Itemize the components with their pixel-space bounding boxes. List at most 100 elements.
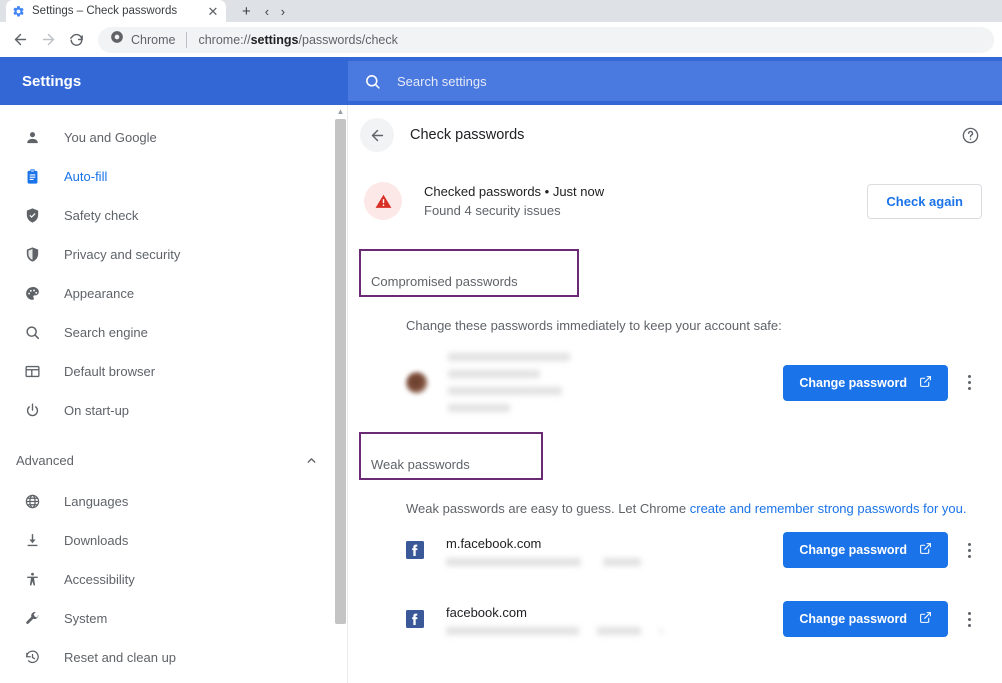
compromised-passwords-description: Change these passwords immediately to ke… [406, 318, 782, 333]
weak-password-row: facebook.com Change password [348, 601, 1002, 637]
sidebar-scrollbar[interactable]: ▲ [333, 105, 348, 683]
external-link-icon [919, 542, 932, 558]
sidebar-item-label: Languages [64, 494, 129, 509]
weak-password-row: m.facebook.com Change password [348, 532, 1002, 568]
chevron-up-icon [305, 454, 318, 467]
weak-description-prefix: Weak passwords are easy to guess. Let Ch… [406, 501, 690, 516]
redacted-password [597, 626, 641, 635]
search-settings-bar[interactable] [348, 61, 1002, 101]
settings-gear-icon [12, 5, 25, 18]
password-check-status: Checked passwords • Just now Found 4 sec… [348, 165, 1002, 237]
shield-icon [22, 246, 42, 263]
more-vertical-icon[interactable] [956, 375, 982, 390]
sidebar-advanced-label: Advanced [16, 452, 74, 468]
strong-passwords-link[interactable]: create and remember strong passwords for… [690, 501, 967, 516]
change-password-label: Change password [799, 612, 907, 626]
back-button[interactable] [6, 26, 34, 54]
settings-app: Settings You and Google Auto-fill [0, 57, 1002, 683]
clipboard-icon [22, 168, 42, 185]
tab-search-chevrons-icon[interactable]: ‹ › [265, 4, 289, 19]
omnibox-chip: Chrome [110, 30, 175, 49]
sidebar-item-accessibility[interactable]: Accessibility [0, 560, 348, 599]
url-suffix: /passwords/check [298, 32, 398, 47]
globe-icon [22, 493, 42, 510]
more-vertical-icon[interactable] [956, 542, 982, 558]
reload-button[interactable] [62, 26, 90, 54]
weak-password-info: m.facebook.com [446, 535, 783, 566]
redacted-username [446, 557, 581, 566]
weak-passwords-highlight: Weak passwords [359, 432, 543, 480]
change-password-button[interactable]: Change password [783, 364, 948, 401]
help-circle-icon[interactable] [958, 123, 982, 147]
download-icon [22, 532, 42, 549]
compromised-passwords-heading: Compromised passwords [371, 274, 518, 289]
sidebar-item-label: Safety check [64, 208, 139, 223]
sidebar-item-default-browser[interactable]: Default browser [0, 352, 348, 391]
wrench-icon [22, 610, 42, 627]
tab-title: Settings – Check passwords [32, 5, 178, 17]
browser-chrome: Settings – Check passwords ✕ + ‹ › Chrom… [0, 0, 1002, 57]
url-highlight: settings [250, 32, 299, 47]
sidebar-item-label: Default browser [64, 364, 156, 379]
sidebar-item-system[interactable]: System [0, 599, 348, 638]
sidebar-item-appearance[interactable]: Appearance [0, 274, 348, 313]
sidebar-item-label: On start-up [64, 403, 130, 418]
sidebar-item-label: Reset and clean up [64, 650, 177, 665]
sidebar-item-label: Privacy and security [64, 247, 181, 262]
shield-check-icon [22, 207, 42, 224]
sidebar-item-reset-and-clean-up[interactable]: Reset and clean up [0, 638, 348, 677]
sidebar-advanced-toggle[interactable]: Advanced [0, 438, 348, 482]
compromised-passwords-highlight: Compromised passwords [359, 249, 579, 297]
weak-passwords-description: Weak passwords are easy to guess. Let Ch… [348, 501, 1002, 516]
status-texts: Checked passwords • Just now Found 4 sec… [424, 182, 867, 220]
change-password-label: Change password [799, 375, 907, 390]
more-vertical-icon[interactable] [956, 611, 982, 627]
scroll-up-arrow-icon[interactable]: ▲ [333, 108, 348, 116]
sidebar-item-privacy-and-security[interactable]: Privacy and security [0, 235, 348, 274]
url-prefix: chrome:// [198, 32, 251, 47]
weak-password-info: facebook.com [446, 604, 783, 635]
search-input[interactable] [397, 73, 986, 89]
redacted-dot [659, 628, 663, 633]
accessibility-icon [22, 571, 42, 588]
redacted-password [603, 557, 641, 566]
chrome-icon [110, 30, 124, 49]
settings-main-content: Check passwords Checked passwords • Just… [348, 57, 1002, 683]
new-tab-button[interactable]: + [242, 4, 251, 19]
page-title: Check passwords [410, 127, 525, 143]
sidebar-item-label: Downloads [64, 533, 129, 548]
redacted-credential-text [448, 353, 783, 412]
address-bar[interactable]: Chrome chrome://settings/passwords/check [98, 26, 994, 53]
status-primary-text: Checked passwords • Just now [424, 184, 605, 199]
back-arrow-icon[interactable] [360, 118, 394, 152]
sidebar-item-label: Accessibility [64, 572, 135, 587]
browser-tab[interactable]: Settings – Check passwords ✕ [6, 0, 226, 22]
sidebar-scroll-area: You and Google Auto-fill Safety check Pr… [0, 105, 348, 683]
omnibox-chip-label: Chrome [131, 32, 176, 47]
scrollbar-thumb[interactable] [335, 119, 346, 624]
sidebar-item-languages[interactable]: Languages [0, 482, 348, 521]
forward-button[interactable] [34, 26, 62, 54]
settings-sidebar: You and Google Auto-fill Safety check Pr… [0, 57, 348, 683]
power-icon [22, 402, 42, 419]
settings-brand: Settings [22, 72, 82, 90]
sidebar-item-label: System [64, 611, 108, 626]
sidebar-item-search-engine[interactable]: Search engine [0, 313, 348, 352]
sidebar-item-label: Appearance [64, 286, 135, 301]
close-icon[interactable]: ✕ [206, 5, 220, 18]
browser-window-icon [22, 363, 42, 380]
sidebar-item-safety-check[interactable]: Safety check [0, 196, 348, 235]
sidebar-item-auto-fill[interactable]: Auto-fill [0, 157, 348, 196]
sidebar-item-downloads[interactable]: Downloads [0, 521, 348, 560]
omnibox-divider [186, 31, 188, 48]
tab-strip: Settings – Check passwords ✕ + ‹ › [0, 0, 1002, 22]
person-icon [22, 129, 42, 146]
sidebar-item-on-start-up[interactable]: On start-up [0, 391, 348, 430]
weak-password-site: m.facebook.com [446, 535, 542, 551]
warning-triangle-icon [364, 182, 402, 220]
change-password-button[interactable]: Change password [783, 532, 948, 568]
change-password-button[interactable]: Change password [783, 601, 948, 637]
palette-icon [22, 285, 42, 302]
check-again-button[interactable]: Check again [867, 183, 982, 219]
sidebar-item-you-and-google[interactable]: You and Google [0, 118, 348, 157]
